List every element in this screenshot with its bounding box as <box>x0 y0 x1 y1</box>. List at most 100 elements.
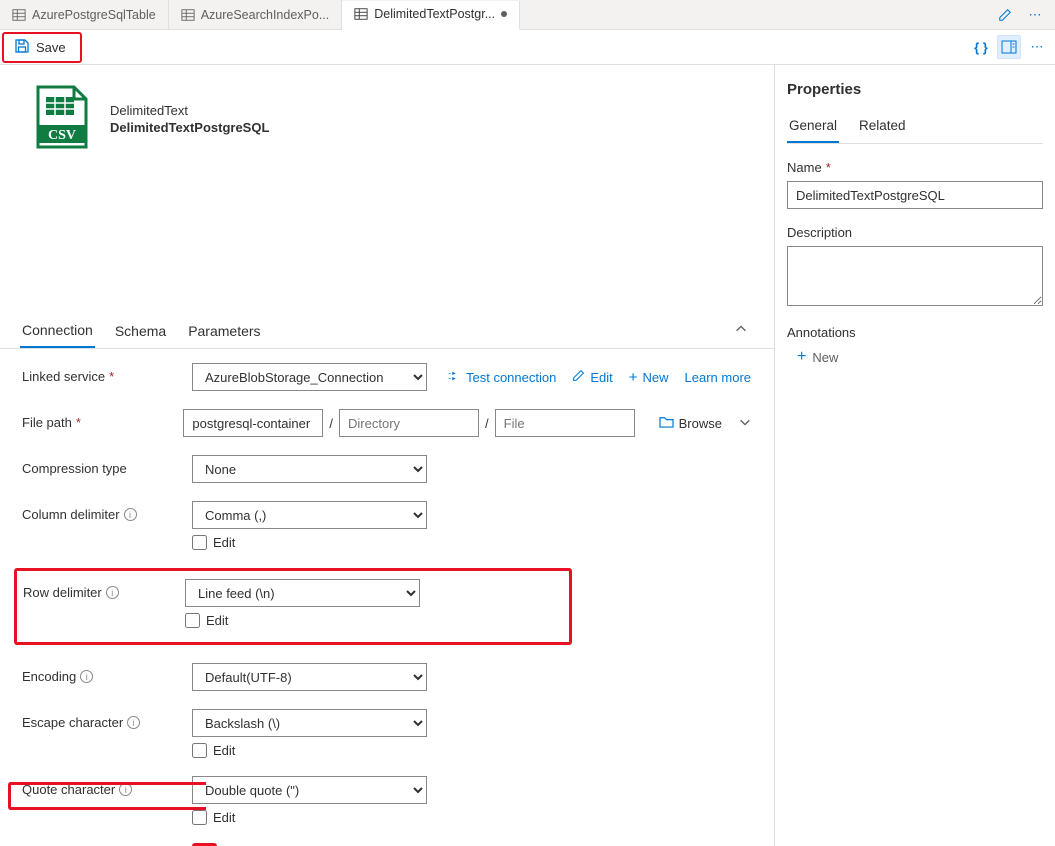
row-quote-character: Quote character i Double quote (") Edit <box>22 776 752 825</box>
quote-character-edit-checkbox[interactable] <box>192 810 207 825</box>
edit-label: Edit <box>213 535 235 550</box>
path-dropdown-chevron-icon[interactable] <box>738 415 752 432</box>
properties-tabs: General Related <box>787 112 1043 144</box>
learn-more-link[interactable]: Learn more <box>685 370 751 385</box>
compression-type-select[interactable]: None <box>192 455 427 483</box>
editor-tabs-bar: AzurePostgreSqlTable AzureSearchIndexPo.… <box>0 0 1055 30</box>
info-icon[interactable]: i <box>127 716 140 729</box>
unsaved-indicator-icon <box>501 11 507 17</box>
tab-connection[interactable]: Connection <box>20 312 95 348</box>
row-delimiter-edit-checkbox[interactable] <box>185 613 200 628</box>
tabs-bar-actions: ⋯ <box>993 3 1055 27</box>
edit-label: Edit <box>206 613 228 628</box>
escape-character-label: Escape character <box>22 715 123 730</box>
svg-text:CSV: CSV <box>48 128 76 143</box>
row-encoding: Encoding i Default(UTF-8) <box>22 663 752 691</box>
linked-service-select[interactable]: AzureBlobStorage_Connection <box>192 363 427 391</box>
file-path-container-input[interactable] <box>183 409 323 437</box>
more-icon[interactable]: ⋯ <box>1023 3 1047 27</box>
tab-azure-search-index[interactable]: AzureSearchIndexPo... <box>169 0 343 29</box>
dataset-name-label: DelimitedTextPostgreSQL <box>110 120 269 135</box>
row-delimiter-label: Row delimiter <box>23 585 102 600</box>
file-path-directory-input[interactable] <box>339 409 479 437</box>
row-linked-service: Linked service * AzureBlobStorage_Connec… <box>22 363 752 391</box>
name-field-label: Name <box>787 160 822 175</box>
tab-delimited-text-postgres[interactable]: DelimitedTextPostgr... <box>342 1 520 30</box>
tab-parameters[interactable]: Parameters <box>186 313 262 347</box>
info-icon[interactable]: i <box>124 508 137 521</box>
row-compression-type: Compression type None <box>22 455 752 483</box>
row-escape-character: Escape character i Backslash (\) Edit <box>22 709 752 758</box>
save-button[interactable]: Save <box>4 34 80 61</box>
compression-type-label: Compression type <box>22 461 127 476</box>
properties-pane: Properties General Related Name * Descri… <box>775 65 1055 846</box>
dataset-icon <box>181 8 195 22</box>
add-annotation-button[interactable]: + New <box>787 348 1043 366</box>
tab-label: AzurePostgreSqlTable <box>32 8 156 22</box>
toolbar: Save { } ⋯ <box>0 30 1055 65</box>
properties-tab-general[interactable]: General <box>787 112 839 143</box>
highlight-save: Save <box>2 32 82 63</box>
description-textarea[interactable] <box>787 246 1043 306</box>
annotations-label: Annotations <box>787 325 1043 340</box>
csv-file-icon: CSV <box>32 85 92 152</box>
file-path-label: File path <box>22 415 72 430</box>
dataset-section-tabs: Connection Schema Parameters <box>0 312 774 349</box>
plus-icon: + <box>629 369 638 386</box>
info-icon[interactable]: i <box>80 670 93 683</box>
required-marker: * <box>826 160 831 175</box>
column-delimiter-edit-checkbox[interactable] <box>192 535 207 550</box>
file-path-file-input[interactable] <box>495 409 635 437</box>
row-column-delimiter: Column delimiter i Comma (,) Edit <box>22 501 752 550</box>
properties-tab-related[interactable]: Related <box>857 112 908 143</box>
path-separator: / <box>329 416 333 431</box>
row-row-delimiter: Row delimiter i Line feed (\n) Edit <box>23 579 563 628</box>
edit-pencil-icon[interactable] <box>993 3 1017 27</box>
test-connection-button[interactable]: Test connection <box>447 369 556 386</box>
plus-icon: + <box>797 348 806 366</box>
save-label: Save <box>36 40 66 55</box>
edit-label: Edit <box>213 810 235 825</box>
encoding-label: Encoding <box>22 669 76 684</box>
escape-character-edit-checkbox[interactable] <box>192 743 207 758</box>
tab-schema[interactable]: Schema <box>113 313 168 347</box>
encoding-select[interactable]: Default(UTF-8) <box>192 663 427 691</box>
code-braces-icon[interactable]: { } <box>969 35 993 59</box>
name-input[interactable] <box>787 181 1043 209</box>
pencil-icon <box>572 369 585 385</box>
quote-character-label: Quote character <box>22 782 115 797</box>
info-icon[interactable]: i <box>119 783 132 796</box>
highlight-row-delimiter: Row delimiter i Line feed (\n) Edit <box>14 568 572 645</box>
edit-label: Edit <box>213 743 235 758</box>
collapse-section-icon[interactable] <box>734 322 748 339</box>
properties-panel-toggle-icon[interactable] <box>997 35 1021 59</box>
required-marker: * <box>109 369 114 384</box>
column-delimiter-label: Column delimiter <box>22 507 120 522</box>
row-delimiter-select[interactable]: Line feed (\n) <box>185 579 420 607</box>
dataset-header: CSV DelimitedText DelimitedTextPostgreSQ… <box>0 65 774 172</box>
description-field-label: Description <box>787 225 852 240</box>
info-icon[interactable]: i <box>106 586 119 599</box>
linked-service-label: Linked service <box>22 369 105 384</box>
new-linked-service-button[interactable]: + New <box>629 369 669 386</box>
tab-label: AzureSearchIndexPo... <box>201 8 330 22</box>
dataset-icon <box>354 7 368 21</box>
row-file-path: File path * / / <box>22 409 752 437</box>
connection-form: Linked service * AzureBlobStorage_Connec… <box>0 349 774 846</box>
folder-icon <box>659 415 674 431</box>
dataset-icon <box>12 8 26 22</box>
dataset-type-label: DelimitedText <box>110 103 269 118</box>
tab-azure-postgres-table[interactable]: AzurePostgreSqlTable <box>0 0 169 29</box>
required-marker: * <box>76 415 81 430</box>
browse-button[interactable]: Browse <box>659 415 722 431</box>
properties-title: Properties <box>787 81 1043 98</box>
tab-label: DelimitedTextPostgr... <box>374 7 495 21</box>
dataset-editor-pane: CSV DelimitedText DelimitedTextPostgreSQ… <box>0 65 775 846</box>
edit-linked-service-button[interactable]: Edit <box>572 369 612 385</box>
path-separator: / <box>485 416 489 431</box>
column-delimiter-select[interactable]: Comma (,) <box>192 501 427 529</box>
more-icon[interactable]: ⋯ <box>1025 35 1049 59</box>
save-icon <box>14 38 30 57</box>
quote-character-select[interactable]: Double quote (") <box>192 776 427 804</box>
escape-character-select[interactable]: Backslash (\) <box>192 709 427 737</box>
